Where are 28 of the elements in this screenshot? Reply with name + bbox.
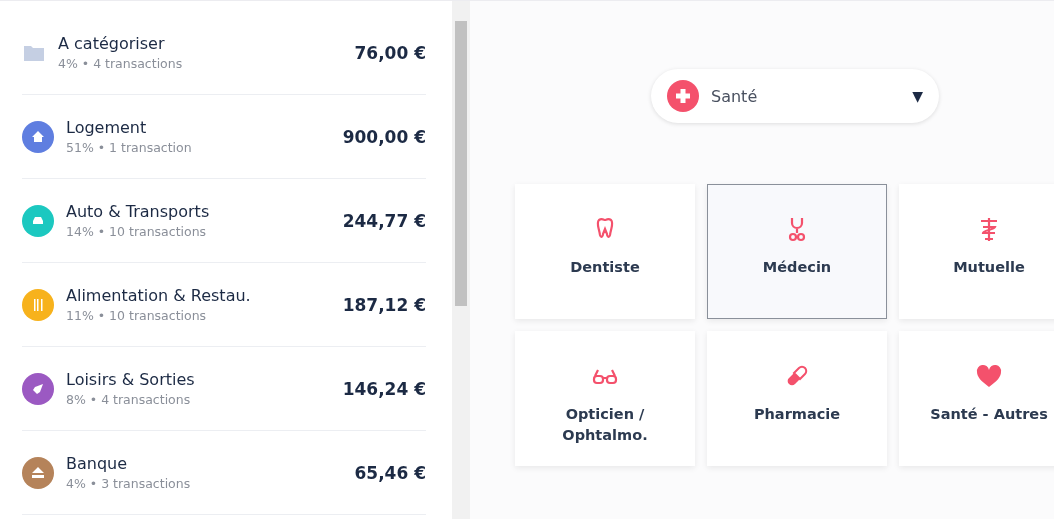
category-detail: 4% • 4 transactions — [58, 56, 184, 71]
category-name: Alimentation & Restau. — [66, 286, 252, 305]
category-amount: 900,00 € — [342, 126, 426, 147]
category-detail: 11% • 10 transactions — [66, 308, 208, 323]
category-amount: 244,77 € — [342, 210, 426, 231]
subcategory-tile[interactable]: Opticien / Ophtalmo. — [515, 331, 695, 466]
category-amount: 76,00 € — [354, 42, 426, 63]
subcategory-tile[interactable]: Santé - Autres — [899, 331, 1054, 466]
category-detail: 4% • 3 transactions — [66, 476, 192, 491]
cross-icon — [667, 80, 699, 112]
category-amount: 146,24 € — [342, 378, 426, 399]
category-dropdown[interactable]: Santé ▼ — [651, 69, 939, 123]
category-name: Logement — [66, 118, 148, 137]
category-name: Loisirs & Sorties — [66, 370, 196, 389]
subcategory-tile[interactable]: Pharmacie — [707, 331, 887, 466]
category-name: Auto & Transports — [66, 202, 211, 221]
category-name: A catégoriser — [58, 34, 166, 53]
category-amount: 187,12 € — [342, 294, 426, 315]
subcategory-tile[interactable]: Dentiste — [515, 184, 695, 319]
subcategory-tile[interactable]: Mutuelle — [899, 184, 1054, 319]
category-name: Banque — [66, 454, 129, 473]
category-amount: 65,46 € — [354, 462, 426, 483]
heart-icon — [975, 362, 1003, 390]
category-detail: 8% • 4 transactions — [66, 392, 192, 407]
category-detail: 14% • 10 transactions — [66, 224, 208, 239]
category-detail: 51% • 1 transaction — [66, 140, 193, 155]
subcategory-tile[interactable]: Médecin — [707, 184, 887, 319]
scrollbar[interactable] — [452, 1, 470, 519]
